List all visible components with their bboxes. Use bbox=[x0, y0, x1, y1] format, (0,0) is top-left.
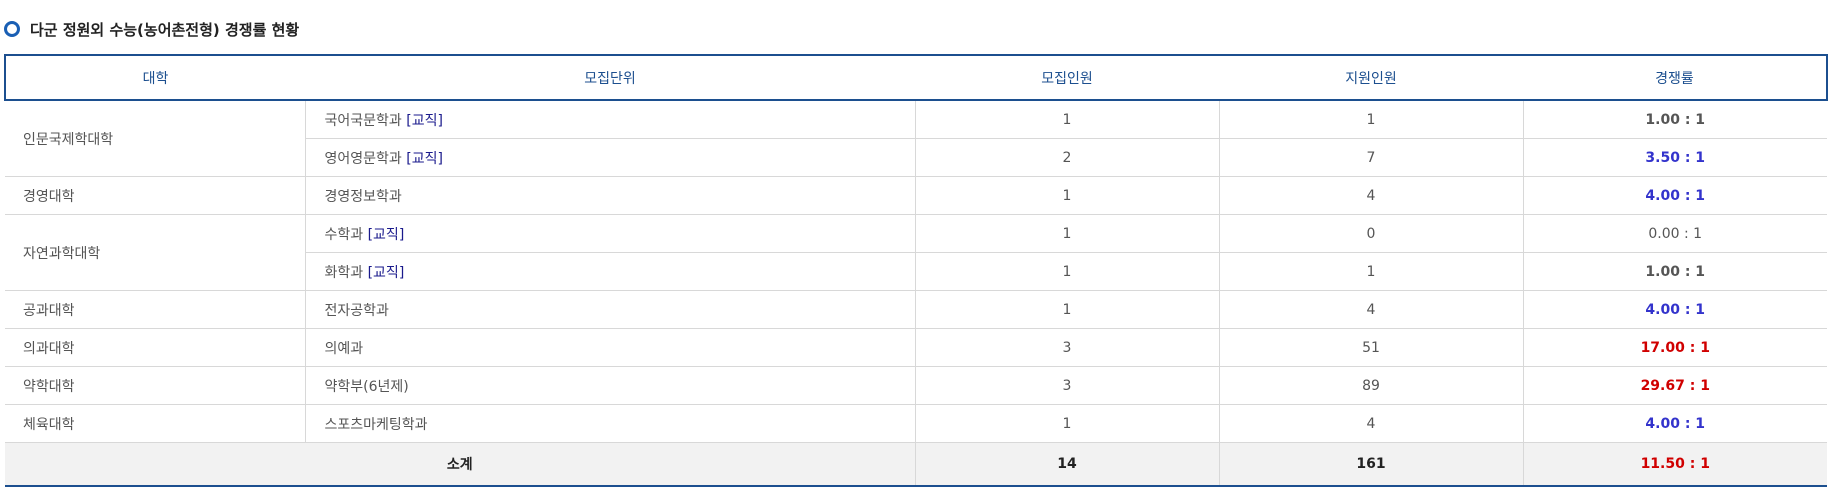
quota-cell: 2 bbox=[915, 138, 1220, 177]
applicants-cell: 7 bbox=[1219, 138, 1524, 177]
rate-cell: 3.50 : 1 bbox=[1523, 138, 1827, 177]
table-row: 경영대학 경영정보학과 1 4 4.00 : 1 bbox=[5, 176, 1827, 215]
unit-cell: 의예과 bbox=[305, 328, 916, 367]
quota-cell: 1 bbox=[915, 100, 1220, 139]
applicants-cell: 4 bbox=[1219, 176, 1524, 215]
total-label: 소계 bbox=[5, 442, 916, 487]
univ-cell: 자연과학대학 bbox=[5, 214, 306, 291]
applicants-cell: 4 bbox=[1219, 404, 1524, 443]
rate-cell: 1.00 : 1 bbox=[1523, 100, 1827, 139]
unit-name: 화학과 bbox=[324, 264, 364, 281]
quota-cell: 1 bbox=[915, 176, 1220, 215]
rate-cell: 29.67 : 1 bbox=[1523, 366, 1827, 405]
quota-cell: 3 bbox=[915, 366, 1220, 405]
unit-cell: 경영정보학과 bbox=[305, 176, 916, 215]
univ-cell: 인문국제학대학 bbox=[5, 100, 306, 177]
header-rate: 경쟁률 bbox=[1523, 54, 1828, 101]
unit-cell: 영어영문학과 [교직] bbox=[305, 138, 916, 177]
total-applicants: 161 bbox=[1219, 442, 1524, 487]
quota-cell: 1 bbox=[915, 404, 1220, 443]
univ-cell: 경영대학 bbox=[5, 176, 306, 215]
applicants-cell: 89 bbox=[1219, 366, 1524, 405]
rate-cell: 0.00 : 1 bbox=[1523, 214, 1827, 253]
table-row: 약학대학 약학부(6년제) 3 89 29.67 : 1 bbox=[5, 366, 1827, 405]
rate-cell: 4.00 : 1 bbox=[1523, 404, 1827, 443]
teacher-tag: [교직] bbox=[367, 264, 405, 281]
header-unit: 모집단위 bbox=[305, 54, 915, 101]
applicants-cell: 4 bbox=[1219, 290, 1524, 329]
section-title: 다군 정원외 수능(농어촌전형) 경쟁률 현황 bbox=[4, 17, 299, 41]
table-header-row: 대학 모집단위 모집인원 지원인원 경쟁률 bbox=[4, 54, 1828, 101]
applicants-cell: 0 bbox=[1219, 214, 1524, 253]
table-row: 인문국제학대학 국어국문학과 [교직] 1 1 1.00 : 1 bbox=[5, 100, 1827, 177]
univ-cell: 약학대학 bbox=[5, 366, 306, 405]
header-quota: 모집인원 bbox=[915, 54, 1219, 101]
total-rate: 11.50 : 1 bbox=[1523, 442, 1827, 487]
unit-cell: 화학과 [교직] bbox=[305, 252, 916, 291]
table-row: 자연과학대학 수학과 [교직] 1 0 0.00 : 1 bbox=[5, 214, 1827, 291]
header-applicants: 지원인원 bbox=[1219, 54, 1523, 101]
rate-cell: 4.00 : 1 bbox=[1523, 290, 1827, 329]
unit-cell: 스포츠마케팅학과 bbox=[305, 404, 916, 443]
teacher-tag: [교직] bbox=[367, 226, 405, 243]
rate-cell: 4.00 : 1 bbox=[1523, 176, 1827, 215]
circle-bullet-icon bbox=[4, 21, 20, 37]
competition-rate-table: 대학 모집단위 모집인원 지원인원 경쟁률 인문국제학대학 국어국문학과 [교직… bbox=[4, 54, 1828, 487]
quota-cell: 1 bbox=[915, 290, 1220, 329]
unit-cell: 국어국문학과 [교직] bbox=[305, 100, 916, 139]
univ-cell: 의과대학 bbox=[5, 328, 306, 367]
teacher-tag: [교직] bbox=[406, 150, 443, 167]
unit-cell: 약학부(6년제) bbox=[305, 366, 916, 405]
teacher-tag: [교직] bbox=[406, 112, 443, 129]
unit-name: 영어영문학과 bbox=[324, 150, 402, 167]
unit-name: 수학과 bbox=[324, 226, 364, 243]
quota-cell: 1 bbox=[915, 214, 1220, 253]
univ-cell: 체육대학 bbox=[5, 404, 306, 443]
unit-name: 국어국문학과 bbox=[324, 112, 402, 129]
table-row: 의과대학 의예과 3 51 17.00 : 1 bbox=[5, 328, 1827, 367]
header-univ: 대학 bbox=[4, 54, 305, 101]
unit-cell: 수학과 [교직] bbox=[305, 214, 916, 253]
applicants-cell: 51 bbox=[1219, 328, 1524, 367]
applicants-cell: 1 bbox=[1219, 100, 1524, 139]
quota-cell: 1 bbox=[915, 252, 1220, 291]
univ-cell: 공과대학 bbox=[5, 290, 306, 329]
total-row: 소계 14 161 11.50 : 1 bbox=[5, 442, 1827, 487]
applicants-cell: 1 bbox=[1219, 252, 1524, 291]
table-row: 공과대학 전자공학과 1 4 4.00 : 1 bbox=[5, 290, 1827, 329]
section-title-text: 다군 정원외 수능(농어촌전형) 경쟁률 현황 bbox=[30, 20, 300, 39]
quota-cell: 3 bbox=[915, 328, 1220, 367]
total-quota: 14 bbox=[915, 442, 1220, 487]
unit-cell: 전자공학과 bbox=[305, 290, 916, 329]
table-row: 체육대학 스포츠마케팅학과 1 4 4.00 : 1 bbox=[5, 404, 1827, 443]
rate-cell: 1.00 : 1 bbox=[1523, 252, 1827, 291]
rate-cell: 17.00 : 1 bbox=[1523, 328, 1827, 367]
